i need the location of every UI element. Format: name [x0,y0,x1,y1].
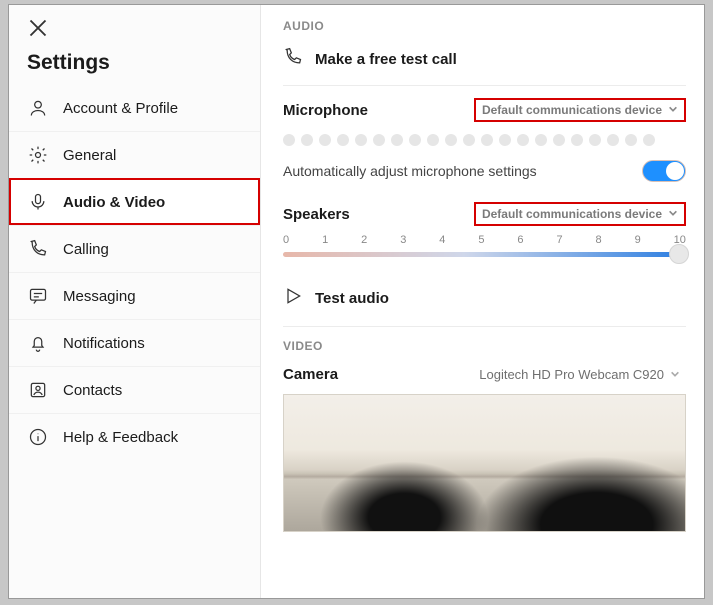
contacts-icon [27,379,49,401]
toggle-knob [666,162,684,180]
chat-icon [27,285,49,307]
close-icon [27,17,49,39]
sidebar-nav: Account & Profile General Audio & Video … [9,85,260,460]
settings-window: Settings Account & Profile General Audio… [8,4,705,599]
gear-icon [27,144,49,166]
sidebar-item-label: Notifications [63,335,145,352]
section-label-video: VIDEO [283,339,686,353]
slider-ticks: 0 1 2 3 4 5 6 7 8 9 10 [283,234,686,246]
sidebar-item-label: Account & Profile [63,100,178,117]
slider-track [283,252,686,257]
play-icon [283,286,303,310]
sidebar-item-label: Messaging [63,288,136,305]
sidebar-item-notifications[interactable]: Notifications [9,319,260,366]
phone-icon [27,238,49,260]
sidebar-item-label: Audio & Video [63,194,165,211]
settings-panel: AUDIO Make a free test call Microphone D… [261,5,704,598]
auto-adjust-toggle[interactable] [642,160,686,182]
sidebar-title: Settings [9,49,260,85]
bell-icon [27,332,49,354]
chevron-down-icon [668,207,678,221]
microphone-label: Microphone [283,102,368,119]
camera-label: Camera [283,366,338,383]
test-audio-label: Test audio [315,290,389,307]
phone-icon [283,47,303,71]
microphone-device-value: Default communications device [482,103,662,117]
make-test-call-button[interactable]: Make a free test call [283,43,686,85]
person-icon [27,97,49,119]
microphone-icon [27,191,49,213]
sidebar-item-contacts[interactable]: Contacts [9,366,260,413]
section-label-audio: AUDIO [283,19,686,33]
info-icon [27,426,49,448]
divider [283,326,686,327]
speakers-device-value: Default communications device [482,207,662,221]
chevron-down-icon [668,103,678,117]
sidebar-item-label: General [63,147,116,164]
sidebar-item-calling[interactable]: Calling [9,225,260,272]
auto-adjust-label: Automatically adjust microphone settings [283,163,537,179]
sidebar-item-messaging[interactable]: Messaging [9,272,260,319]
sidebar-item-general[interactable]: General [9,131,260,178]
camera-device-dropdown[interactable]: Logitech HD Pro Webcam C920 [473,363,686,386]
test-audio-button[interactable]: Test audio [283,282,686,326]
sidebar-item-label: Help & Feedback [63,429,178,446]
sidebar-item-label: Contacts [63,382,122,399]
slider-thumb[interactable] [669,244,689,264]
close-button[interactable] [9,5,260,49]
microphone-row: Microphone Default communications device [283,98,686,122]
microphone-level-meter [283,130,686,160]
camera-preview [283,394,686,532]
camera-row: Camera Logitech HD Pro Webcam C920 [283,363,686,386]
sidebar-item-help-feedback[interactable]: Help & Feedback [9,413,260,460]
settings-sidebar: Settings Account & Profile General Audio… [9,5,261,598]
sidebar-item-audio-video[interactable]: Audio & Video [9,178,260,225]
divider [283,85,686,86]
speakers-label: Speakers [283,206,350,223]
sidebar-item-account-profile[interactable]: Account & Profile [9,85,260,131]
speakers-device-dropdown[interactable]: Default communications device [474,202,686,226]
speakers-row: Speakers Default communications device [283,202,686,226]
speakers-volume-slider[interactable]: 0 1 2 3 4 5 6 7 8 9 10 [283,234,686,278]
microphone-device-dropdown[interactable]: Default communications device [474,98,686,122]
chevron-down-icon [670,367,680,382]
sidebar-item-label: Calling [63,241,109,258]
make-test-call-label: Make a free test call [315,51,457,68]
camera-device-value: Logitech HD Pro Webcam C920 [479,367,664,382]
auto-adjust-microphone-row: Automatically adjust microphone settings [283,160,686,182]
